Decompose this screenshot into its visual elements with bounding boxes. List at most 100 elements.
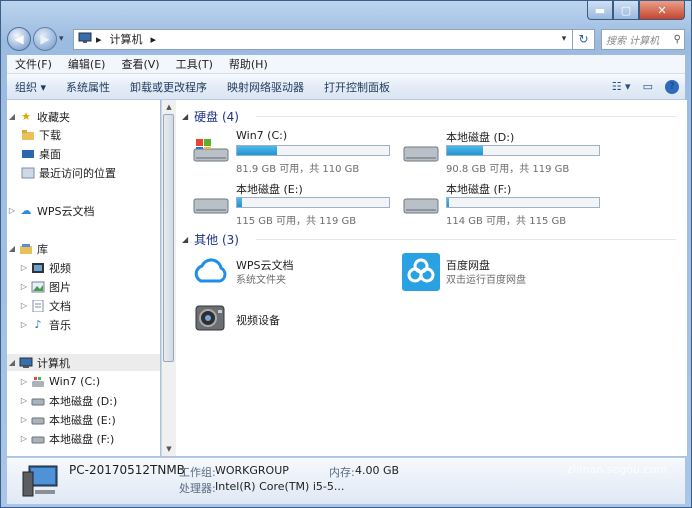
nav-downloads[interactable]: 下载 — [19, 126, 61, 143]
nav-label: 本地磁盘 (E:) — [49, 413, 116, 427]
nav-drive-d[interactable]: ▷ 本地磁盘 (D:) — [19, 392, 117, 409]
drive-name: 本地磁盘 (E:) — [236, 183, 303, 196]
explorer-window: ▬ ▢ ✕ ◀ ▶ ▾ ▸ 计算机 ▸ ▾ ↻ 搜索 计算机 ⚲ 文件(F) 编… — [0, 0, 692, 508]
nav-libraries[interactable]: ◢ 库 — [7, 240, 48, 257]
group-header-hdd[interactable]: ◢ 硬盘 (4) — [182, 108, 239, 125]
drive-tile-e[interactable]: 本地磁盘 (E:) 115 GB 可用，共 119 GB — [192, 181, 392, 227]
collapse-arrow-icon[interactable]: ◢ — [182, 112, 188, 121]
drive-tile-d[interactable]: 本地磁盘 (D:) 90.8 GB 可用，共 119 GB — [402, 129, 602, 175]
maximize-button[interactable]: ▢ — [613, 1, 639, 20]
open-control-panel-button[interactable]: 打开控制面板 — [316, 79, 402, 95]
drive-name: 本地磁盘 (F:) — [446, 183, 512, 196]
address-bar[interactable]: ▸ 计算机 ▸ ▾ — [73, 28, 573, 50]
system-properties-button[interactable]: 系统属性 — [58, 79, 122, 95]
scroll-up-icon[interactable]: ▲ — [162, 100, 176, 114]
drive-free-space: 81.9 GB 可用，共 110 GB — [236, 164, 360, 175]
collapse-arrow-icon[interactable]: ◢ — [182, 235, 188, 244]
forward-button[interactable]: ▶ — [33, 27, 57, 51]
group-header-other[interactable]: ◢ 其他 (3) — [182, 231, 239, 248]
scroll-thumb[interactable] — [163, 114, 174, 362]
item-description: 系统文件夹 — [236, 275, 286, 286]
expand-arrow-icon[interactable]: ▷ — [19, 263, 29, 272]
sogou-logo-icon: S — [551, 425, 581, 455]
hard-drive-icon — [31, 433, 45, 445]
menu-file[interactable]: 文件(F) — [7, 56, 60, 72]
video-device-item[interactable]: 视频设备 — [192, 300, 402, 340]
refresh-button[interactable]: ↻ — [573, 28, 595, 50]
drive-tile-f[interactable]: 本地磁盘 (F:) 114 GB 可用，共 115 GB — [402, 181, 602, 227]
menu-view[interactable]: 查看(V) — [113, 56, 167, 72]
expand-arrow-icon[interactable]: ▷ — [19, 415, 29, 424]
pictures-library-icon — [31, 281, 45, 293]
expand-arrow-icon[interactable]: ◢ — [7, 358, 17, 367]
close-button[interactable]: ✕ — [639, 1, 685, 20]
nav-favorites[interactable]: ◢ ★ 收藏夹 — [7, 108, 70, 125]
expand-arrow-icon[interactable]: ▷ — [19, 301, 29, 310]
scroll-down-icon[interactable]: ▼ — [162, 442, 176, 456]
drive-usage-fill — [237, 198, 243, 207]
nav-drive-f[interactable]: ▷ 本地磁盘 (F:) — [19, 430, 114, 447]
nav-recent-places[interactable]: 最近访问的位置 — [19, 164, 116, 181]
minimize-button[interactable]: ▬ — [587, 1, 613, 20]
pc-name: PC-20170512TNMB — [69, 463, 185, 477]
drive-free-space: 114 GB 可用，共 115 GB — [446, 216, 567, 227]
recent-pages-dropdown[interactable]: ▾ — [59, 34, 69, 44]
drive-free-space: 115 GB 可用，共 119 GB — [236, 216, 357, 227]
nav-drive-c[interactable]: ▷ Win7 (C:) — [19, 373, 100, 390]
nav-label: 桌面 — [39, 147, 61, 161]
map-network-drive-button[interactable]: 映射网络驱动器 — [219, 79, 316, 95]
nav-desktop[interactable]: 桌面 — [19, 145, 61, 162]
expand-arrow-icon[interactable]: ▷ — [19, 320, 29, 329]
preview-pane-icon[interactable]: ▭ — [643, 80, 653, 93]
recent-places-icon — [21, 167, 35, 179]
nav-documents[interactable]: ▷ 文档 — [19, 297, 71, 314]
expand-arrow-icon[interactable]: ◢ — [7, 112, 17, 121]
menu-bar: 文件(F) 编辑(E) 查看(V) 工具(T) 帮助(H) — [7, 55, 685, 74]
uninstall-program-button[interactable]: 卸载或更改程序 — [122, 79, 219, 95]
breadcrumb-computer[interactable]: 计算机 — [110, 31, 143, 47]
expand-arrow-icon[interactable]: ▷ — [19, 434, 29, 443]
drive-usage-bar — [446, 197, 600, 208]
menu-edit[interactable]: 编辑(E) — [60, 56, 114, 72]
menu-help[interactable]: 帮助(H) — [221, 56, 276, 72]
nav-label: 文档 — [49, 299, 71, 313]
search-icon: ⚲ — [673, 33, 681, 45]
nav-label: 本地磁盘 (F:) — [49, 432, 115, 446]
organize-button[interactable]: 组织 ▾ — [7, 79, 58, 95]
wps-cloud-icon — [194, 258, 227, 283]
drive-tile-c[interactable]: Win7 (C:) 81.9 GB 可用，共 110 GB — [192, 129, 392, 175]
help-icon[interactable]: ? — [665, 79, 679, 94]
baidu-netdisk-item[interactable]: 百度网盘 双击运行百度网盘 — [402, 253, 612, 293]
view-options-icon[interactable]: ☷ ▾ — [612, 80, 631, 93]
expand-arrow-icon[interactable]: ▷ — [7, 206, 17, 215]
downloads-folder-icon — [21, 129, 35, 141]
video-library-icon — [31, 262, 45, 274]
nav-scrollbar[interactable]: ▲ ▼ — [161, 100, 176, 456]
expand-arrow-icon[interactable]: ▷ — [19, 282, 29, 291]
menu-tools[interactable]: 工具(T) — [168, 56, 221, 72]
expand-arrow-icon[interactable]: ▷ — [19, 377, 29, 386]
expand-arrow-icon[interactable]: ▷ — [19, 396, 29, 405]
nav-label: 下载 — [39, 128, 61, 142]
nav-pictures[interactable]: ▷ 图片 — [19, 278, 71, 295]
wps-cloud-item[interactable]: WPS云文档 系统文件夹 — [192, 253, 402, 293]
expand-arrow-icon[interactable]: ◢ — [7, 244, 17, 253]
nav-music[interactable]: ▷ ♪ 音乐 — [19, 316, 71, 333]
nav-computer[interactable]: ◢ 计算机 — [7, 354, 160, 371]
nav-wps-cloud[interactable]: ▷ ☁ WPS云文档 — [7, 202, 95, 219]
breadcrumb-chevron-icon[interactable]: ▸ — [151, 33, 157, 46]
watermark-text: 搜狗指南 — [585, 429, 669, 454]
back-button[interactable]: ◀ — [7, 27, 31, 51]
drive-name: 本地磁盘 (D:) — [446, 131, 515, 144]
nav-videos[interactable]: ▷ 视频 — [19, 259, 71, 276]
item-name: 视频设备 — [236, 314, 280, 327]
workgroup-label: 工作组: — [179, 466, 216, 479]
group-divider — [256, 116, 676, 117]
hard-drive-icon — [403, 198, 439, 214]
address-dropdown-icon[interactable]: ▾ — [556, 34, 572, 44]
desktop-icon — [21, 148, 35, 160]
watermark-url: zhinan.sogou.com — [566, 463, 667, 476]
drive-usage-bar — [236, 145, 390, 156]
nav-drive-e[interactable]: ▷ 本地磁盘 (E:) — [19, 411, 116, 428]
search-input[interactable]: 搜索 计算机 ⚲ — [601, 28, 685, 50]
